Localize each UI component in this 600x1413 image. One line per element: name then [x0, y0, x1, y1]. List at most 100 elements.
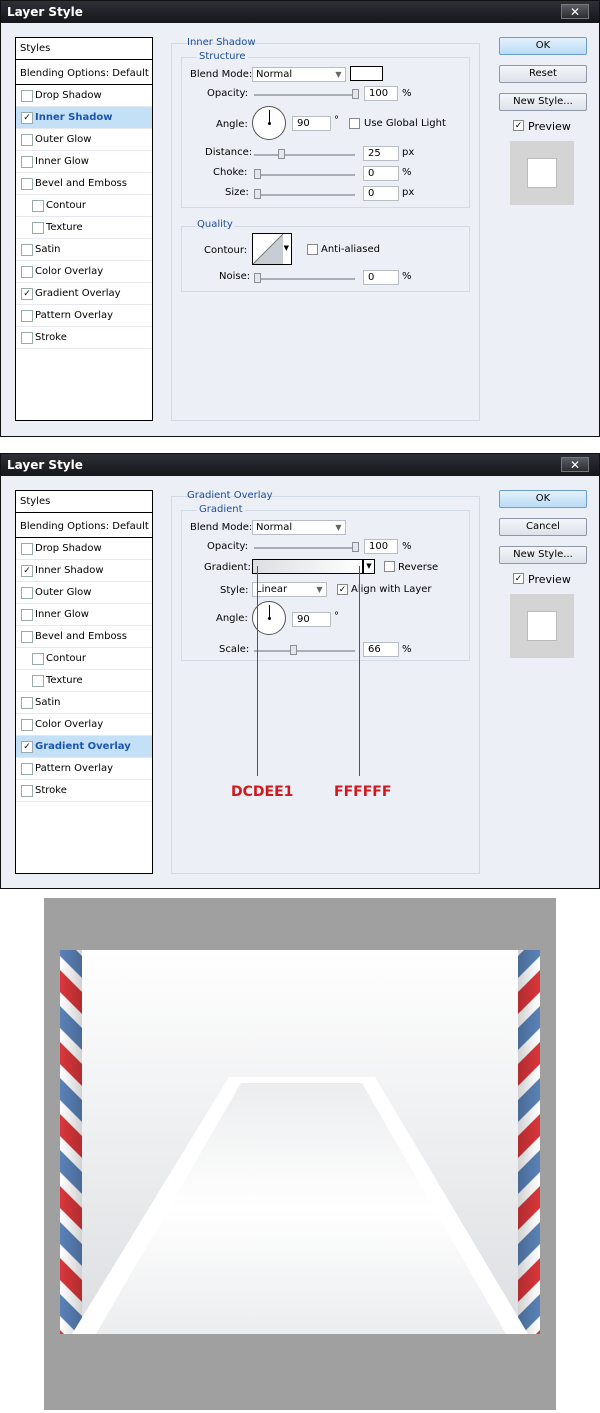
style-item-contour[interactable]: Contour: [16, 195, 152, 217]
gradient-picker[interactable]: [252, 559, 363, 574]
styles-header[interactable]: Styles: [16, 491, 152, 513]
anti-aliased-checkbox[interactable]: [307, 244, 318, 255]
style-checkbox[interactable]: [21, 587, 33, 599]
style-checkbox[interactable]: [21, 266, 33, 278]
noise-input[interactable]: 0: [363, 270, 399, 285]
style-checkbox[interactable]: [32, 653, 44, 665]
blend-mode-select[interactable]: Normal ▼: [252, 67, 346, 82]
noise-slider-thumb[interactable]: [254, 273, 261, 283]
style-item-pattern-overlay[interactable]: Pattern Overlay: [16, 758, 152, 780]
distance-slider[interactable]: [254, 154, 355, 156]
style-item-inner-shadow[interactable]: ✓ Inner Shadow: [16, 107, 152, 129]
distance-slider-thumb[interactable]: [278, 149, 285, 159]
styles-header-label: Styles: [20, 496, 51, 507]
style-item-gradient-overlay[interactable]: ✓ Gradient Overlay: [16, 736, 152, 758]
style-checkbox[interactable]: [21, 310, 33, 322]
style-item-gradient-overlay[interactable]: ✓ Gradient Overlay: [16, 283, 152, 305]
style-checkbox[interactable]: ✓: [21, 288, 33, 300]
opacity-slider[interactable]: [254, 547, 359, 549]
style-item-contour[interactable]: Contour: [16, 648, 152, 670]
style-item-inner-glow[interactable]: Inner Glow: [16, 151, 152, 173]
ok-button[interactable]: OK: [499, 37, 587, 55]
close-button[interactable]: ✕: [561, 4, 589, 19]
style-item-drop-shadow[interactable]: Drop Shadow: [16, 85, 152, 107]
opacity-slider-thumb[interactable]: [352, 542, 359, 552]
opacity-input[interactable]: 100: [364, 86, 398, 101]
style-item-texture[interactable]: Texture: [16, 217, 152, 239]
angle-input[interactable]: 90: [292, 612, 331, 627]
style-item-outer-glow[interactable]: Outer Glow: [16, 129, 152, 151]
choke-slider[interactable]: [254, 174, 355, 176]
align-with-layer-checkbox[interactable]: ✓: [337, 584, 348, 595]
scale-slider-thumb[interactable]: [290, 645, 297, 655]
blending-options-item[interactable]: Blending Options: Default: [16, 516, 152, 538]
style-checkbox[interactable]: [21, 156, 33, 168]
gradient-dropdown[interactable]: ▼: [363, 559, 375, 574]
blending-options-item[interactable]: Blending Options: Default: [16, 63, 152, 85]
style-item-stroke[interactable]: Stroke: [16, 327, 152, 349]
new-style-button[interactable]: New Style...: [499, 546, 587, 564]
style-checkbox[interactable]: [32, 675, 44, 687]
style-checkbox[interactable]: [21, 697, 33, 709]
noise-slider[interactable]: [254, 278, 355, 280]
layer-style-dialog-inner-shadow: Layer Style ✕ Styles Blending Options: D…: [0, 0, 600, 437]
opacity-input[interactable]: 100: [364, 539, 398, 554]
style-item-color-overlay[interactable]: Color Overlay: [16, 261, 152, 283]
style-checkbox[interactable]: ✓: [21, 112, 33, 124]
style-checkbox[interactable]: [21, 134, 33, 146]
style-checkbox[interactable]: [21, 631, 33, 643]
size-slider[interactable]: [254, 194, 355, 196]
style-checkbox[interactable]: ✓: [21, 741, 33, 753]
style-item-stroke[interactable]: Stroke: [16, 780, 152, 802]
style-item-outer-glow[interactable]: Outer Glow: [16, 582, 152, 604]
style-checkbox[interactable]: ✓: [21, 565, 33, 577]
style-item-pattern-overlay[interactable]: Pattern Overlay: [16, 305, 152, 327]
style-checkbox[interactable]: [21, 719, 33, 731]
size-slider-thumb[interactable]: [254, 189, 261, 199]
close-button[interactable]: ✕: [561, 457, 589, 472]
style-item-inner-shadow[interactable]: ✓ Inner Shadow: [16, 560, 152, 582]
preview-checkbox[interactable]: ✓: [513, 573, 524, 584]
style-item-satin[interactable]: Satin: [16, 692, 152, 714]
distance-input[interactable]: 25: [363, 146, 399, 161]
dialog-titlebar: Layer Style ✕: [1, 454, 599, 476]
style-checkbox[interactable]: [21, 609, 33, 621]
style-item-drop-shadow[interactable]: Drop Shadow: [16, 538, 152, 560]
choke-input[interactable]: 0: [363, 166, 399, 181]
new-style-button[interactable]: New Style...: [499, 93, 587, 111]
preview-checkbox[interactable]: ✓: [513, 120, 524, 131]
style-item-satin[interactable]: Satin: [16, 239, 152, 261]
contour-picker[interactable]: ▼: [252, 233, 292, 265]
ok-button[interactable]: OK: [499, 490, 587, 508]
style-checkbox[interactable]: [21, 785, 33, 797]
style-item-texture[interactable]: Texture: [16, 670, 152, 692]
blend-mode-select[interactable]: Normal ▼: [252, 520, 346, 535]
choke-slider-thumb[interactable]: [254, 169, 261, 179]
reset-button[interactable]: Reset: [499, 65, 587, 83]
style-checkbox[interactable]: [21, 543, 33, 555]
style-item-color-overlay[interactable]: Color Overlay: [16, 714, 152, 736]
style-checkbox[interactable]: [32, 200, 44, 212]
style-checkbox[interactable]: [21, 178, 33, 190]
angle-dial[interactable]: [252, 106, 286, 140]
style-checkbox[interactable]: [21, 90, 33, 102]
size-input[interactable]: 0: [363, 186, 399, 201]
shadow-color-swatch[interactable]: [350, 66, 383, 81]
style-item-bevel-and-emboss[interactable]: Bevel and Emboss: [16, 173, 152, 195]
scale-slider[interactable]: [254, 650, 355, 652]
style-checkbox[interactable]: [21, 332, 33, 344]
style-item-inner-glow[interactable]: Inner Glow: [16, 604, 152, 626]
opacity-slider[interactable]: [254, 94, 359, 96]
style-checkbox[interactable]: [32, 222, 44, 234]
gradient-style-select[interactable]: Linear ▼: [252, 582, 327, 597]
reverse-checkbox[interactable]: [384, 561, 395, 572]
scale-input[interactable]: 66: [363, 642, 399, 657]
cancel-button[interactable]: Cancel: [499, 518, 587, 536]
opacity-slider-thumb[interactable]: [352, 89, 359, 99]
angle-input[interactable]: 90: [292, 116, 331, 131]
style-item-bevel-and-emboss[interactable]: Bevel and Emboss: [16, 626, 152, 648]
style-checkbox[interactable]: [21, 763, 33, 775]
use-global-light-checkbox[interactable]: [349, 118, 360, 129]
styles-header[interactable]: Styles: [16, 38, 152, 60]
style-checkbox[interactable]: [21, 244, 33, 256]
